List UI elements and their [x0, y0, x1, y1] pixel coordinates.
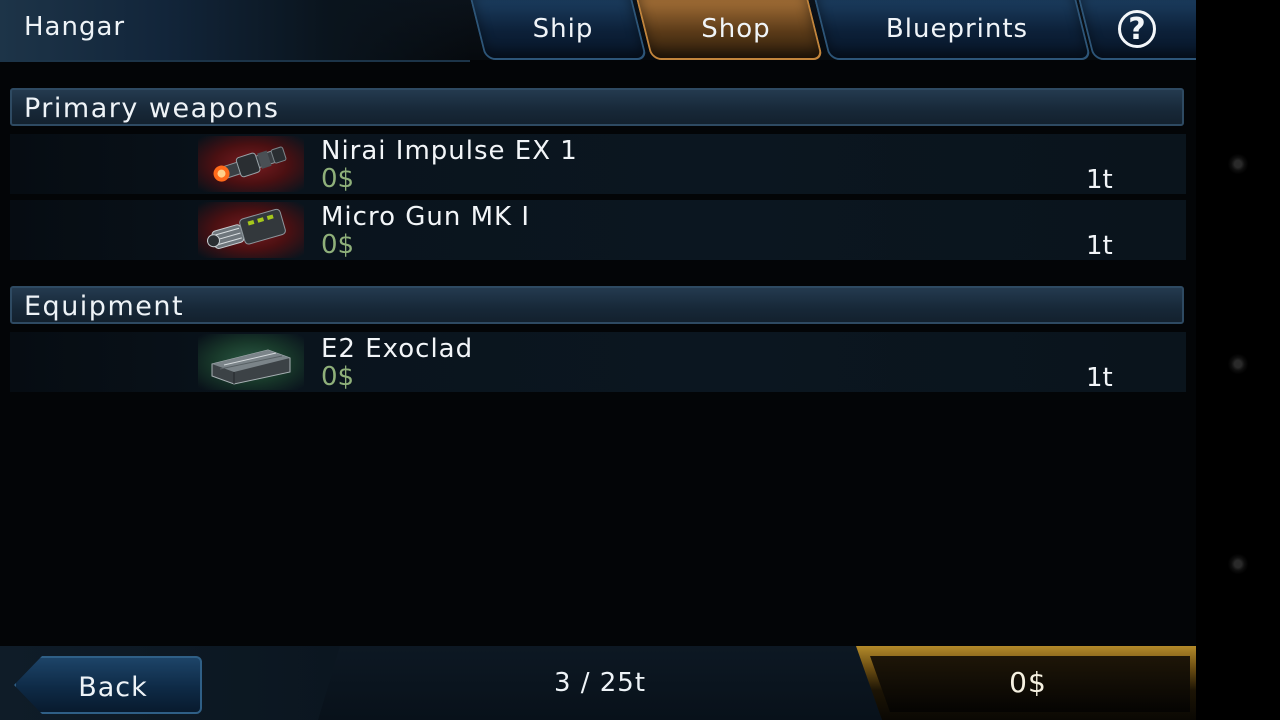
item-price: 0$: [321, 362, 355, 392]
item-name: Micro Gun MK I: [321, 202, 531, 232]
game-screen: Hangar Ship Shop Blueprints ? Primary we…: [0, 0, 1196, 720]
section-title: Primary weapons: [24, 93, 280, 124]
money-amount: 0$: [1009, 666, 1047, 699]
tab-shop-label[interactable]: Shop: [648, 14, 824, 44]
armor-plate-icon: [198, 334, 304, 390]
item-price: 0$: [321, 230, 355, 260]
shop-item-row[interactable]: E2 Exoclad 0$ 1t: [10, 332, 1186, 393]
item-weight: 1t: [1086, 165, 1113, 195]
back-label: Back: [78, 672, 148, 703]
item-weight: 1t: [1086, 231, 1113, 261]
shop-item-row[interactable]: Micro Gun MK I 0$ 1t: [10, 200, 1186, 261]
rail-button-icon: [1228, 554, 1248, 574]
item-name: Nirai Impulse EX 1: [321, 136, 578, 166]
section-header-equipment: Equipment: [10, 286, 1184, 324]
screen-title: Hangar: [24, 12, 126, 42]
top-bar: Hangar Ship Shop Blueprints ?: [0, 0, 1196, 62]
impulse-cannon-icon: [198, 136, 304, 192]
back-button[interactable]: Back: [14, 656, 202, 714]
section-header-primary-weapons: Primary weapons: [10, 88, 1184, 126]
cargo-capacity: 3 / 25t: [553, 668, 647, 698]
item-name: E2 Exoclad: [321, 334, 474, 364]
item-weight: 1t: [1086, 363, 1113, 393]
tab-ship-label[interactable]: Ship: [478, 14, 648, 44]
rail-button-icon: [1228, 354, 1248, 374]
rail-button-icon: [1228, 154, 1248, 174]
item-price: 0$: [321, 164, 355, 194]
tab-blueprints-label[interactable]: Blueprints: [826, 14, 1088, 44]
section-title: Equipment: [24, 291, 185, 322]
gatling-gun-icon: [198, 202, 304, 258]
shop-item-row[interactable]: Nirai Impulse EX 1 0$ 1t: [10, 134, 1186, 195]
help-icon[interactable]: ?: [1118, 10, 1156, 48]
